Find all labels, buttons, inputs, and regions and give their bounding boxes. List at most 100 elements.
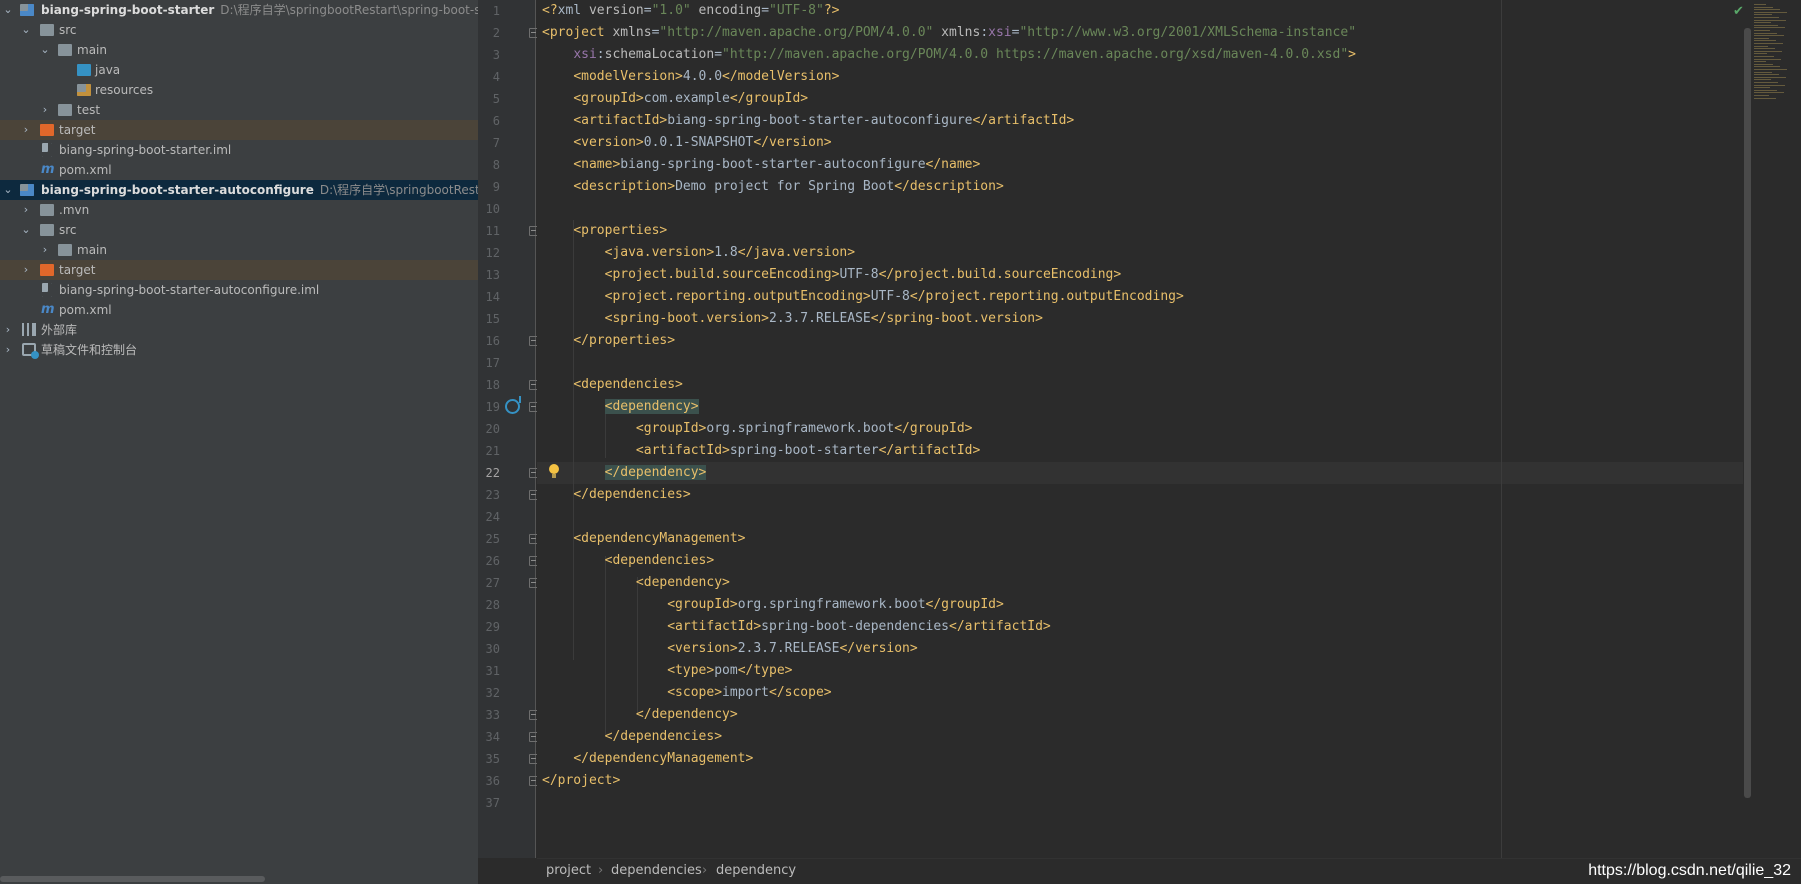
chevron-down-icon[interactable]: ⌄ (20, 20, 32, 40)
code-line[interactable]: <dependencies> (542, 550, 715, 572)
tree-item-java[interactable]: java (0, 60, 478, 80)
tree-item-pom[interactable]: m pom.xml (0, 300, 478, 320)
code-line[interactable]: <groupId>org.springframework.boot</group… (542, 418, 973, 440)
code-line[interactable]: <properties> (542, 220, 667, 242)
tree-item-target[interactable]: › target (0, 120, 478, 140)
lightbulb-icon[interactable] (549, 464, 559, 478)
code-line[interactable]: <type>pom</type> (542, 660, 792, 682)
code-token: encoding (690, 3, 762, 18)
code-line[interactable]: xsi:schemaLocation="http://maven.apache.… (542, 44, 1356, 66)
tree-item-mvn[interactable]: › .mvn (0, 200, 478, 220)
code-line[interactable]: </project> (542, 770, 620, 792)
minimap-line (1754, 82, 1778, 83)
tree-item-src[interactable]: ⌄ src (0, 220, 478, 240)
breadcrumb-item[interactable]: dependency (716, 859, 796, 883)
folder-icon (58, 44, 72, 56)
code-line[interactable]: </dependency> (542, 462, 707, 484)
vertical-scrollbar[interactable] (1744, 28, 1751, 798)
code-line[interactable]: <dependencies> (542, 374, 683, 396)
code-line[interactable]: <version>0.0.1-SNAPSHOT</version> (542, 132, 831, 154)
chevron-right-icon[interactable]: › (20, 260, 32, 280)
code-line[interactable]: <project.reporting.outputEncoding>UTF-8<… (542, 286, 1184, 308)
code-token: 2.3.7.RELEASE (737, 641, 840, 656)
chevron-down-icon[interactable]: ⌄ (39, 40, 51, 60)
code-line[interactable]: </dependency> (542, 704, 738, 726)
breadcrumb-item[interactable]: project (546, 859, 591, 883)
chevron-right-icon[interactable]: › (20, 200, 32, 220)
tree-item-label: biang-spring-boot-starter (41, 3, 215, 17)
code-line[interactable]: <groupId>com.example</groupId> (542, 88, 808, 110)
line-number: 1 (492, 4, 500, 18)
checkmark-icon[interactable]: ✔ (1733, 4, 1744, 19)
code-token: </java.version> (737, 245, 856, 260)
code-token: "http://maven.apache.org/POM/4.0.0 https… (722, 47, 1349, 62)
chevron-right-icon[interactable]: › (2, 340, 14, 360)
code-token: schemaLocation (604, 47, 715, 62)
chevron-down-icon[interactable]: ⌄ (2, 0, 14, 20)
code-line[interactable]: <description>Demo project for Spring Boo… (542, 176, 1003, 198)
tree-item-main[interactable]: ⌄ main (0, 40, 478, 60)
chevron-right-icon[interactable]: › (39, 100, 51, 120)
maven-file-icon: m (41, 302, 55, 317)
code-line[interactable]: <scope>import</scope> (542, 682, 831, 704)
code-line[interactable]: <artifactId>spring-boot-dependencies</ar… (542, 616, 1051, 638)
code-line[interactable]: </properties> (542, 330, 675, 352)
code-token: : (980, 25, 989, 40)
tree-item-src[interactable]: ⌄ src (0, 20, 478, 40)
tree-item-external-libraries[interactable]: › 外部库 (0, 320, 478, 340)
code-line[interactable]: </dependencies> (542, 726, 722, 748)
code-line[interactable]: <name>biang-spring-boot-starter-autoconf… (542, 154, 980, 176)
chevron-right-icon[interactable]: › (2, 320, 14, 340)
chevron-down-icon[interactable]: ⌄ (2, 180, 14, 200)
code-line[interactable]: <groupId>org.springframework.boot</group… (542, 594, 1004, 616)
code-line[interactable]: <dependency> (542, 396, 699, 418)
line-number: 4 (492, 70, 500, 84)
code-line[interactable]: <modelVersion>4.0.0</modelVersion> (542, 66, 839, 88)
chevron-right-icon[interactable]: › (20, 120, 32, 140)
minimap-line (1754, 48, 1775, 50)
horizontal-scrollbar[interactable] (0, 876, 265, 882)
chevron-right-icon[interactable]: › (39, 240, 51, 260)
tree-item-test[interactable]: › test (0, 100, 478, 120)
code-token: = (714, 47, 723, 62)
source-folder-icon (77, 64, 91, 76)
tree-item-pom[interactable]: m pom.xml (0, 160, 478, 180)
code-line[interactable]: <?xml version="1.0" encoding="UTF-8"?> (542, 0, 839, 22)
tree-item-iml[interactable]: biang-spring-boot-starter-autoconfigure.… (0, 280, 478, 300)
minimap-line (1754, 71, 1772, 73)
tree-item-resources[interactable]: resources (0, 80, 478, 100)
tree-item-label: test (77, 103, 101, 117)
tree-item-scratches[interactable]: › 草稿文件和控制台 (0, 340, 478, 360)
line-number: 7 (492, 136, 500, 150)
override-marker-icon[interactable] (505, 396, 521, 414)
code-token: <scope> (667, 685, 723, 700)
breadcrumb-item[interactable]: dependencies (611, 859, 702, 883)
minimap-line (1754, 61, 1766, 63)
code-line[interactable]: <dependencyManagement> (542, 528, 745, 550)
code-editor[interactable]: <?xml version="1.0" encoding="UTF-8"?> <p… (537, 0, 1743, 858)
minimap-line (1754, 84, 1785, 86)
minimap-line (1754, 58, 1781, 60)
chevron-down-icon[interactable]: ⌄ (20, 220, 32, 240)
code-line[interactable]: <java.version>1.8</java.version> (542, 242, 855, 264)
tree-item-label: src (59, 23, 77, 37)
code-line[interactable]: <spring-boot.version>2.3.7.RELEASE</spri… (542, 308, 1043, 330)
code-line[interactable]: <dependency> (542, 572, 730, 594)
code-line[interactable]: <version>2.3.7.RELEASE</version> (542, 638, 917, 660)
tree-item-module-autoconfigure[interactable]: ⌄ biang-spring-boot-starter-autoconfigur… (0, 180, 478, 200)
tree-item-main[interactable]: › main (0, 240, 478, 260)
code-line[interactable]: <artifactId>spring-boot-starter</artifac… (542, 440, 980, 462)
tree-item-iml[interactable]: biang-spring-boot-starter.iml (0, 140, 478, 160)
code-token: <dependencies> (604, 553, 715, 568)
code-line[interactable]: </dependencyManagement> (542, 748, 753, 770)
code-line[interactable]: <artifactId>biang-spring-boot-starter-au… (542, 110, 1074, 132)
code-line[interactable]: </dependencies> (542, 484, 690, 506)
code-line[interactable]: <project xmlns="http://maven.apache.org/… (542, 22, 1356, 44)
code-line[interactable]: <project.build.sourceEncoding>UTF-8</pro… (542, 264, 1122, 286)
tree-item-module-starter[interactable]: ⌄ biang-spring-boot-starter D:\程序自学\sprin… (0, 0, 478, 20)
tree-item-target[interactable]: › target (0, 260, 478, 280)
